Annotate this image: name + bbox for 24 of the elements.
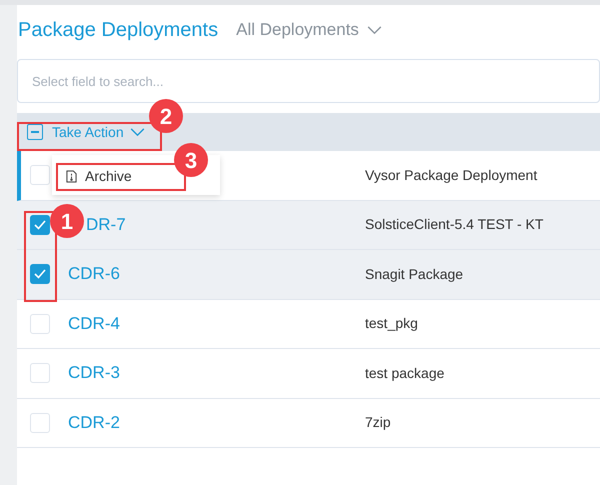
table-row[interactable]: CDR-6 Snagit Package (17, 250, 600, 300)
table-cell-text: Vysor Package Deployment (365, 166, 538, 185)
row-checkbox[interactable] (30, 214, 50, 235)
table-cell-text: 7zip (365, 413, 391, 432)
search-field[interactable]: Select field to search... (17, 59, 600, 103)
select-all-checkbox[interactable] (27, 124, 43, 140)
row-checkbox[interactable] (30, 363, 50, 384)
chevron-down-icon (130, 128, 145, 136)
page-title: Package Deployments (18, 18, 218, 43)
check-icon (34, 269, 46, 280)
table-row[interactable]: CDR-4 test_pkg (17, 300, 600, 349)
file-icon (66, 170, 77, 183)
row-checkbox[interactable] (30, 314, 50, 334)
row-checkbox[interactable] (30, 264, 50, 284)
table-row[interactable]: CDR-2 7zip (17, 398, 600, 448)
row-checkbox[interactable] (30, 165, 50, 186)
table-cell-text: SolsticeClient-5.4 TEST - KT (365, 215, 544, 234)
check-icon (34, 220, 46, 230)
table-cell-text: Snagit Package (365, 264, 464, 284)
chevron-down-icon (366, 26, 382, 34)
row-checkbox[interactable] (30, 412, 50, 433)
table-cell-text: test_pkg (365, 314, 418, 334)
menu-item[interactable]: Archive (66, 166, 132, 187)
table-cell-text: test package (365, 364, 444, 383)
